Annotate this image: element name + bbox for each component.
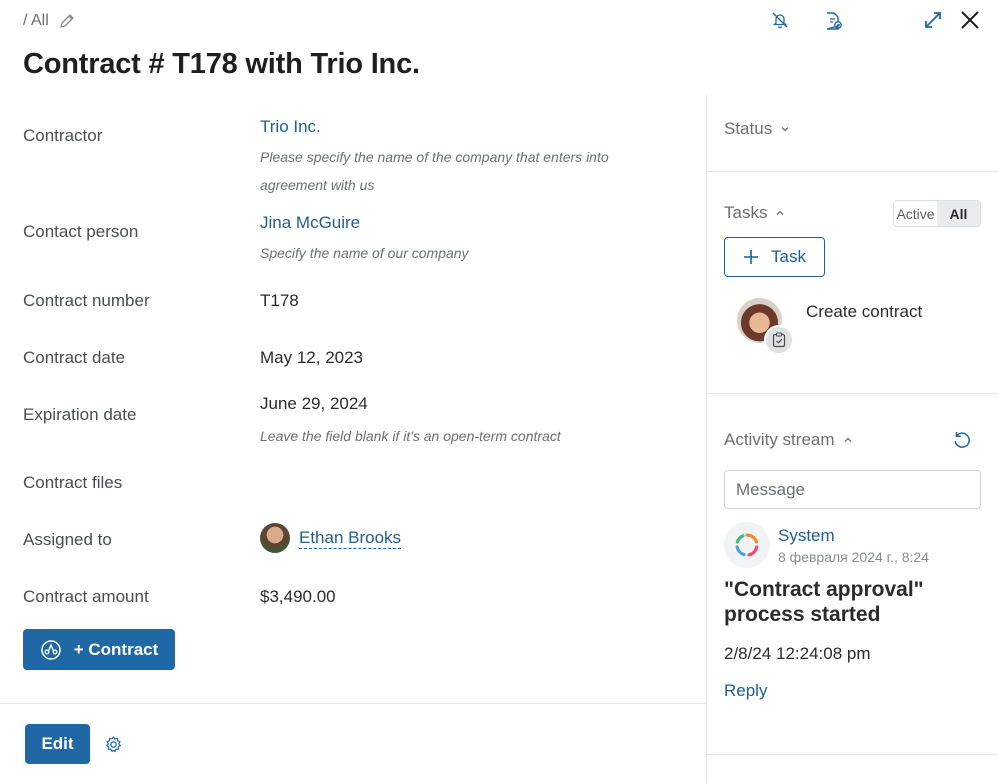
contact-person-label: Contact person: [23, 222, 139, 241]
event-body: 2/8/24 12:24:08 pm: [724, 644, 871, 663]
contract-date-label: Contract date: [23, 348, 126, 367]
contract-date-value: May 12, 2023: [260, 348, 364, 367]
expiration-date-label: Expiration date: [23, 405, 137, 424]
process-icon: [40, 639, 62, 661]
contract-number-label: Contract number: [23, 291, 150, 310]
chevron-up-icon: [843, 435, 853, 445]
bell-off-icon[interactable]: [770, 10, 790, 30]
assignee-name-link[interactable]: Ethan Brooks: [299, 528, 402, 549]
clipboard-check-icon: [764, 325, 794, 355]
avatar[interactable]: [260, 523, 290, 553]
system-logo-icon: [724, 522, 770, 568]
activity-label: Activity stream: [724, 430, 835, 449]
contractor-hint: Please specify the name of the company t…: [260, 149, 609, 193]
reply-link[interactable]: Reply: [724, 681, 767, 701]
add-contract-button[interactable]: + Contract: [23, 629, 175, 670]
gear-icon[interactable]: [103, 734, 123, 754]
tasks-label: Tasks: [724, 203, 768, 222]
breadcrumb: / All: [23, 12, 75, 30]
contract-files-label: Contract files: [23, 473, 123, 492]
edit-button[interactable]: Edit: [25, 724, 90, 764]
expiration-date-hint: Leave the field blank if it's an open-te…: [260, 428, 561, 444]
task-name[interactable]: Create contract: [806, 302, 922, 322]
contact-person-hint: Specify the name of our company: [260, 245, 469, 261]
document-export-icon[interactable]: [822, 10, 844, 32]
edit-pencil-icon[interactable]: [59, 13, 75, 29]
status-separator: [707, 171, 998, 172]
tasks-filter-all[interactable]: All: [937, 201, 980, 226]
tasks-section-toggle[interactable]: Tasks: [724, 203, 785, 223]
plus-icon: [743, 249, 759, 265]
page-title: Contract # T178 with Trio Inc.: [23, 48, 420, 80]
breadcrumb-text[interactable]: / All: [23, 12, 49, 30]
activity-separator: [707, 754, 998, 755]
avatar: [737, 298, 794, 355]
contractor-link[interactable]: Trio Inc.: [260, 117, 321, 137]
contract-number-value: T178: [260, 291, 299, 310]
assignee[interactable]: Ethan Brooks: [260, 523, 402, 553]
tasks-filter: Active All: [893, 200, 981, 227]
event-timestamp: 8 февраля 2024 г., 8:24: [778, 549, 929, 565]
expiration-date-value: June 29, 2024: [260, 394, 368, 413]
contact-person-link[interactable]: Jina McGuire: [260, 213, 360, 233]
chevron-up-icon: [775, 208, 785, 218]
status-dropdown[interactable]: Status: [724, 119, 790, 139]
expand-icon[interactable]: [922, 9, 944, 31]
add-task-button[interactable]: Task: [724, 237, 825, 277]
status-label: Status: [724, 119, 773, 138]
close-icon[interactable]: [958, 8, 982, 32]
event-author-link[interactable]: System: [778, 526, 835, 546]
contract-amount-value: $3,490.00: [260, 587, 336, 606]
message-input[interactable]: Message: [724, 470, 981, 509]
message-placeholder: Message: [736, 479, 805, 499]
footer-divider: [0, 703, 706, 704]
tasks-filter-active[interactable]: Active: [894, 201, 937, 226]
sidebar-divider: [706, 95, 707, 783]
refresh-icon[interactable]: [951, 429, 973, 451]
activity-section-toggle[interactable]: Activity stream: [724, 430, 853, 450]
chevron-down-icon: [780, 124, 790, 134]
task-item[interactable]: Create contract: [737, 298, 922, 355]
add-task-label: Task: [771, 247, 806, 266]
contractor-label: Contractor: [23, 126, 103, 145]
tasks-separator: [707, 393, 998, 394]
contract-amount-label: Contract amount: [23, 587, 149, 606]
assigned-to-label: Assigned to: [23, 530, 112, 549]
event-title: "Contract approval" process started: [724, 578, 924, 626]
add-contract-label: + Contract: [73, 639, 159, 659]
